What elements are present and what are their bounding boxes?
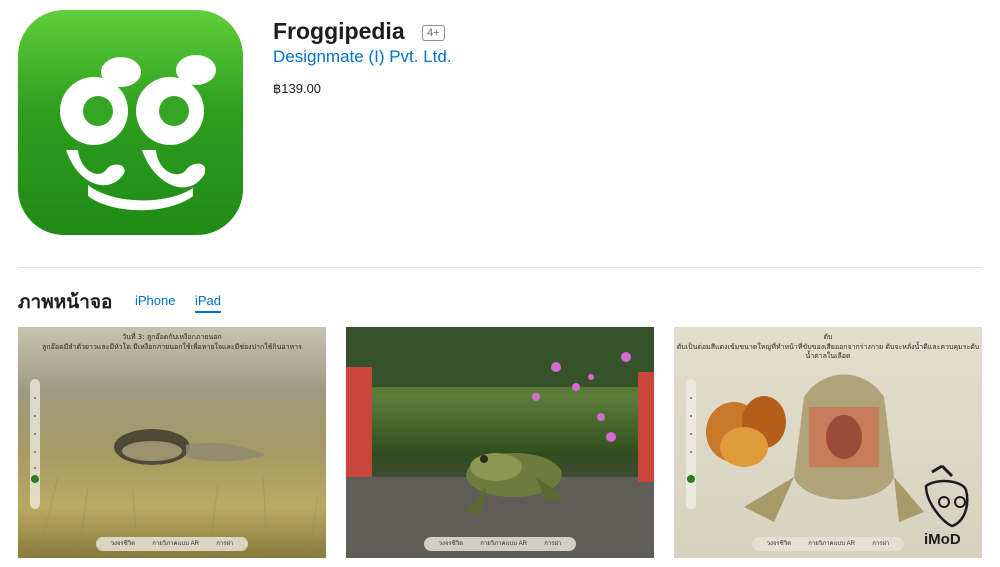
dissection-slider[interactable] xyxy=(686,379,696,509)
toolbar-ar-anatomy[interactable]: กายวิภาคแบบ AR xyxy=(480,537,527,551)
lifecycle-slider[interactable] xyxy=(30,379,40,509)
screenshot-2[interactable]: วงจรชีวิต กายวิภาคแบบ AR การผ่า xyxy=(346,327,654,558)
toolbar-ar-anatomy[interactable]: กายวิภาคแบบ AR xyxy=(152,537,199,551)
section-title: ภาพหน้าจอ xyxy=(18,292,113,313)
toolbar-dissection[interactable]: การผ่า xyxy=(872,537,889,551)
tadpole-image xyxy=(37,429,319,558)
slider-knob[interactable] xyxy=(31,475,39,483)
watermark-text: iMoD xyxy=(924,531,961,548)
developer-link[interactable]: Designmate (I) Pvt. Ltd. xyxy=(273,47,452,67)
slider-knob[interactable] xyxy=(687,475,695,483)
screenshot-3-title: ตับ xyxy=(823,333,833,341)
toolbar-dissection[interactable]: การผ่า xyxy=(544,537,561,551)
screenshot-1-subtitle: ลูกอ๊อดมีลำตัวยาวและมีหัวโต มีเหงือกภายน… xyxy=(42,343,302,351)
price-label: ฿139.00 xyxy=(273,81,322,96)
toolbar-ar-anatomy[interactable]: กายวิภาคแบบ AR xyxy=(808,537,855,551)
screenshot-3-toolbar: วงจรชีวิต กายวิภาคแบบ AR การผ่า xyxy=(752,537,904,551)
screenshot-3-subtitle: ตับเป็นต่อมสีแดงเข้มขนาดใหญ่ที่ทำหน้าที่… xyxy=(676,343,980,360)
screenshot-1-title: วันที่ 3: ลูกอ๊อดกับเหงือกภายนอก xyxy=(122,333,222,341)
froggipedia-logo-icon xyxy=(60,55,216,211)
tab-ipad[interactable]: iPad xyxy=(195,293,222,313)
screenshot-1[interactable]: วันที่ 3: ลูกอ๊อดกับเหงือกภายนอก ลูกอ๊อด… xyxy=(18,327,326,558)
app-icon xyxy=(18,10,243,235)
toolbar-lifecycle[interactable]: วงจรชีวิต xyxy=(439,537,463,551)
screenshot-2-toolbar: วงจรชีวิต กายวิภาคแบบ AR การผ่า xyxy=(424,537,576,551)
app-title: Froggipedia xyxy=(273,18,405,44)
divider xyxy=(18,267,982,268)
toolbar-dissection[interactable]: การผ่า xyxy=(216,537,233,551)
toolbar-lifecycle[interactable]: วงจรชีวิต xyxy=(767,537,791,551)
ar-frog-image xyxy=(346,327,654,558)
tab-iphone[interactable]: iPhone xyxy=(135,293,175,308)
age-rating-badge: 4+ xyxy=(422,25,445,41)
toolbar-lifecycle[interactable]: วงจรชีวิต xyxy=(111,537,135,551)
screenshot-1-toolbar: วงจรชีวิต กายวิภาคแบบ AR การผ่า xyxy=(96,537,248,551)
